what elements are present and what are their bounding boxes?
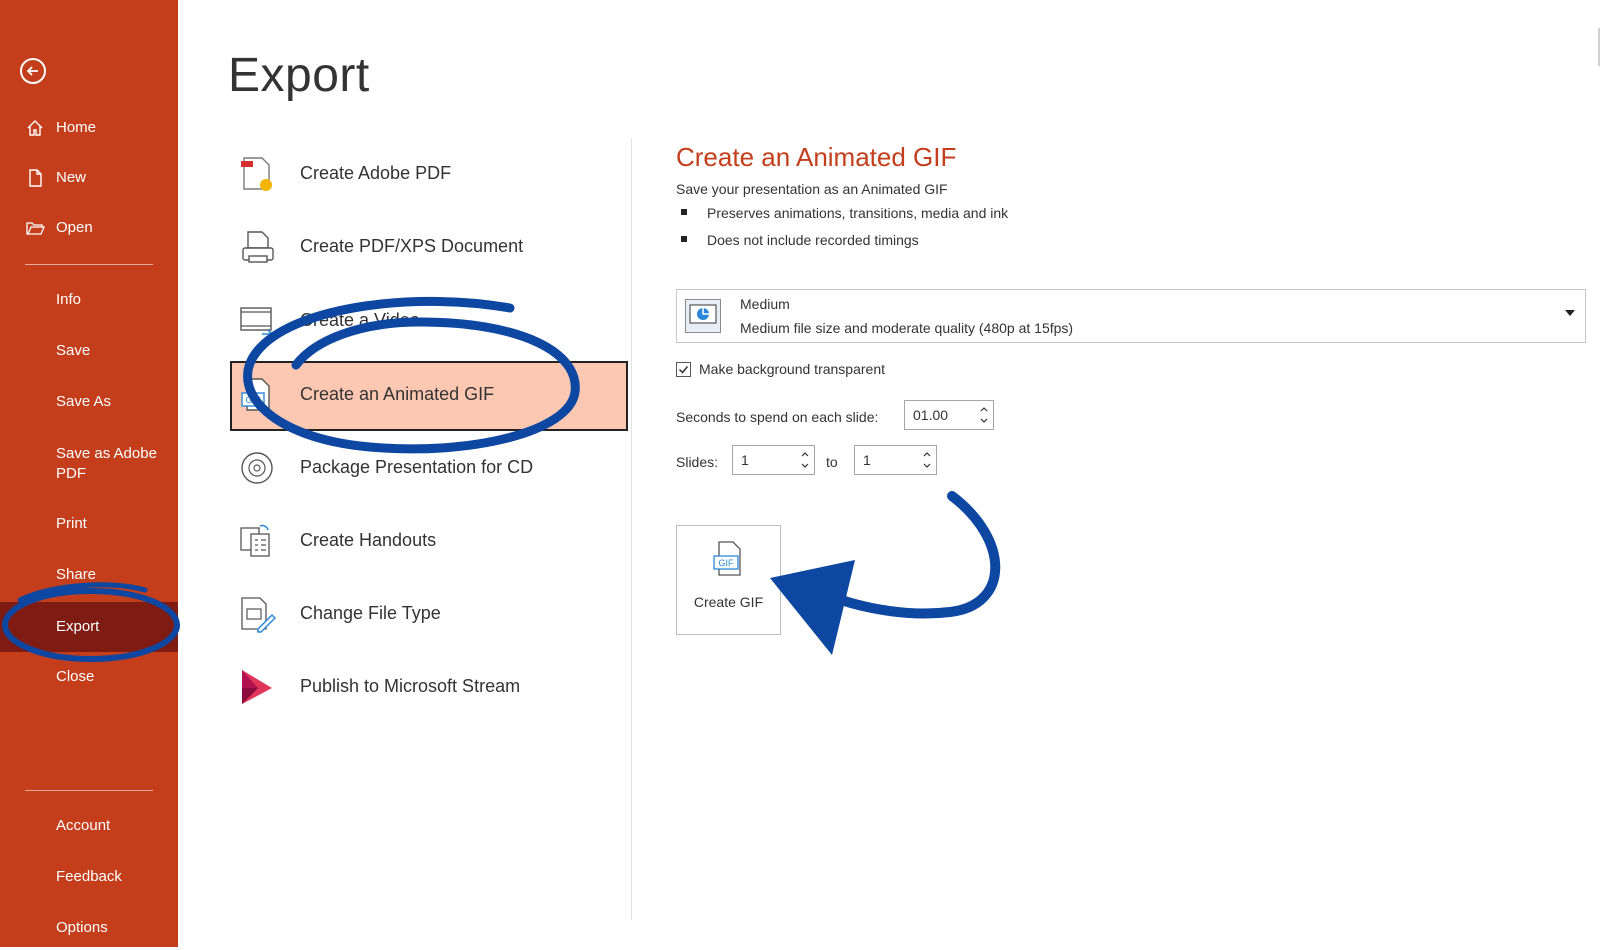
slides-to-stepper[interactable]: 1: [854, 445, 937, 475]
export-option-label: Create Adobe PDF: [300, 163, 452, 183]
export-option-handouts[interactable]: Create Handouts: [230, 507, 628, 573]
sidebar-item-close[interactable]: Close: [0, 655, 178, 699]
spin-arrows-icon[interactable]: [922, 448, 932, 472]
home-icon: [27, 120, 43, 136]
bullet-text: Does not include recorded timings: [707, 232, 919, 248]
export-option-label: Publish to Microsoft Stream: [300, 676, 521, 696]
transparent-background-checkbox[interactable]: [676, 362, 691, 377]
slides-to-label: to: [826, 454, 838, 470]
sidebar-item-label: Home: [56, 119, 97, 136]
back-arrow-icon[interactable]: [20, 58, 46, 84]
sidebar-divider: [25, 264, 153, 265]
change-file-type-icon: [241, 597, 276, 633]
panel-divider: [631, 138, 632, 920]
pdf-xps-icon: [242, 231, 274, 263]
sidebar-item-save[interactable]: Save: [0, 329, 178, 373]
adobe-pdf-icon: [241, 157, 272, 191]
sidebar-item-label: Save As: [56, 393, 112, 410]
sidebar-item-home[interactable]: Home: [0, 106, 178, 150]
slides-to-value: 1: [863, 452, 871, 468]
export-option-label: Create Handouts: [300, 530, 437, 550]
slides-label: Slides:: [676, 454, 719, 470]
handouts-icon: [240, 524, 270, 557]
export-option-label: Create PDF/XPS Document: [300, 236, 524, 256]
quality-description: Medium file size and moderate quality (4…: [740, 320, 1074, 336]
arrow-to-create-gif: [795, 491, 1001, 619]
sidebar-item-label: Open: [56, 219, 93, 236]
sidebar-item-label: Info: [56, 291, 82, 308]
video-icon: [240, 307, 274, 339]
quality-dropdown[interactable]: Medium Medium file size and moderate qua…: [676, 289, 1586, 343]
sidebar-item-print[interactable]: Print: [0, 502, 178, 546]
sidebar-item-label: Save: [56, 342, 91, 359]
export-option-microsoft-stream[interactable]: Publish to Microsoft Stream: [230, 653, 628, 719]
sidebar-item-label: Export: [56, 618, 100, 635]
bullet-square-icon: [681, 236, 687, 243]
sidebar-item-export[interactable]: Export: [0, 602, 178, 652]
seconds-stepper[interactable]: 01.00: [904, 400, 994, 430]
gif-icon-label: GIF: [719, 558, 735, 568]
export-option-label: Package Presentation for CD: [300, 457, 534, 477]
chevron-down-icon[interactable]: [1565, 310, 1575, 316]
sidebar-item-label: Share: [56, 566, 97, 583]
backstage-sidebar: Home New Open Info Save Save As Save as …: [0, 0, 178, 947]
export-option-package-cd[interactable]: Package Presentation for CD: [230, 434, 628, 500]
presentation-quality-icon: [685, 299, 721, 333]
details-bullet: Preserves animations, transitions, media…: [681, 205, 1008, 221]
new-document-icon: [29, 169, 42, 187]
cd-icon: [241, 452, 273, 484]
export-option-change-file-type[interactable]: Change File Type: [230, 580, 628, 646]
quality-name: Medium: [740, 296, 790, 312]
sidebar-item-label: Options: [56, 919, 108, 936]
seconds-value: 01.00: [913, 407, 949, 423]
details-title: Create an Animated GIF: [676, 142, 957, 172]
slides-from-stepper[interactable]: 1: [732, 445, 815, 475]
sidebar-item-label: Feedback: [56, 868, 122, 885]
stream-icon: [242, 670, 272, 704]
sidebar-item-label: Account: [56, 817, 111, 834]
bullet-square-icon: [681, 209, 687, 216]
export-option-adobe-pdf[interactable]: Create Adobe PDF: [230, 140, 628, 206]
sidebar-item-info[interactable]: Info: [0, 278, 178, 322]
sidebar-item-share[interactable]: Share: [0, 553, 178, 597]
bullet-text: Preserves animations, transitions, media…: [707, 205, 1009, 221]
transparent-background-label: Make background transparent: [699, 361, 885, 377]
sidebar-item-new[interactable]: New: [0, 156, 178, 200]
sidebar-item-open[interactable]: Open: [0, 206, 178, 250]
arrowhead-icon: [770, 560, 855, 655]
sidebar-item-options[interactable]: Options: [0, 906, 178, 950]
sidebar-item-label: Save as Adobe PDF: [56, 445, 157, 482]
svg-text:GIF: GIF: [246, 395, 262, 405]
sidebar-item-label: Close: [56, 668, 95, 685]
export-option-label: Create an Animated GIF: [300, 384, 495, 404]
export-option-video[interactable]: Create a Video: [230, 287, 628, 353]
export-option-label: Change File Type: [300, 603, 441, 623]
details-description: Save your presentation as an Animated GI…: [676, 181, 948, 197]
sidebar-item-label: New: [56, 169, 87, 186]
sidebar-item-label: Print: [56, 515, 87, 532]
export-option-animated-gif[interactable]: GIF Create an Animated GIF: [230, 361, 628, 431]
export-option-pdf-xps[interactable]: Create PDF/XPS Document: [230, 213, 628, 279]
open-folder-icon: [26, 222, 45, 235]
sidebar-divider: [25, 790, 153, 791]
sidebar-item-save-as[interactable]: Save As: [0, 380, 178, 424]
page-title: Export: [228, 49, 370, 102]
create-gif-button[interactable]: GIF Create GIF: [676, 525, 781, 635]
spin-arrows-icon[interactable]: [800, 448, 810, 472]
create-gif-label: Create GIF: [693, 594, 764, 610]
sidebar-item-save-as-adobe-pdf[interactable]: Save as Adobe PDF: [0, 442, 178, 486]
checkmark-icon: [678, 366, 689, 374]
gif-file-icon: GIF: [713, 541, 741, 576]
sidebar-item-account[interactable]: Account: [0, 804, 178, 848]
gif-icon: GIF: [241, 378, 270, 411]
details-bullet: Does not include recorded timings: [681, 232, 919, 248]
export-option-label: Create a Video: [300, 310, 420, 330]
slides-from-value: 1: [741, 452, 749, 468]
spin-arrows-icon[interactable]: [979, 403, 989, 427]
seconds-label: Seconds to spend on each slide:: [676, 409, 879, 425]
sidebar-item-feedback[interactable]: Feedback: [0, 855, 178, 899]
